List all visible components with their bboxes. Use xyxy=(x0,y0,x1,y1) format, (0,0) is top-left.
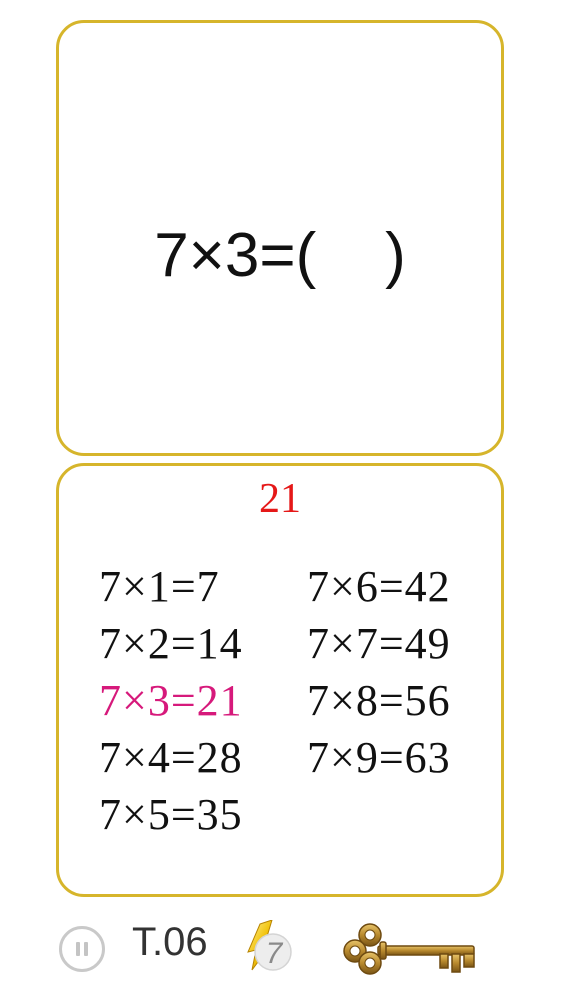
question-text: 7×3=( ) xyxy=(154,221,406,290)
hint-button[interactable]: 7 xyxy=(246,919,296,974)
hint-count: 7 xyxy=(266,937,284,970)
hint-coin-icon: 7 xyxy=(247,919,292,971)
table-row: 7×4=28 xyxy=(99,733,243,782)
key-icon xyxy=(343,923,475,975)
pause-button[interactable] xyxy=(59,926,105,972)
table-row: 7×7=49 xyxy=(307,619,451,668)
multiplication-table-right: 7×6=42 7×7=49 7×8=56 7×9=63 xyxy=(307,558,451,786)
table-row: 7×2=14 xyxy=(99,619,243,668)
table-row-highlighted: 7×3=21 xyxy=(99,676,243,725)
multiplication-table-left: 7×1=7 7×2=14 7×3=21 7×4=28 7×5=35 xyxy=(99,558,243,843)
key-button[interactable] xyxy=(340,922,482,976)
table-row: 7×9=63 xyxy=(307,733,451,782)
table-row: 7×5=35 xyxy=(99,790,243,839)
question-card: 7×3=( ) xyxy=(56,20,504,456)
stage-label: T.06 xyxy=(132,920,208,964)
table-row: 7×8=56 xyxy=(307,676,451,725)
answer-card: 21 7×1=7 7×2=14 7×3=21 7×4=28 7×5=35 7×6… xyxy=(56,463,504,897)
answer-value: 21 xyxy=(259,476,301,522)
table-row: 7×6=42 xyxy=(307,562,451,611)
table-row: 7×1=7 xyxy=(99,562,220,611)
bottom-bar: T.06 7 xyxy=(0,910,563,980)
